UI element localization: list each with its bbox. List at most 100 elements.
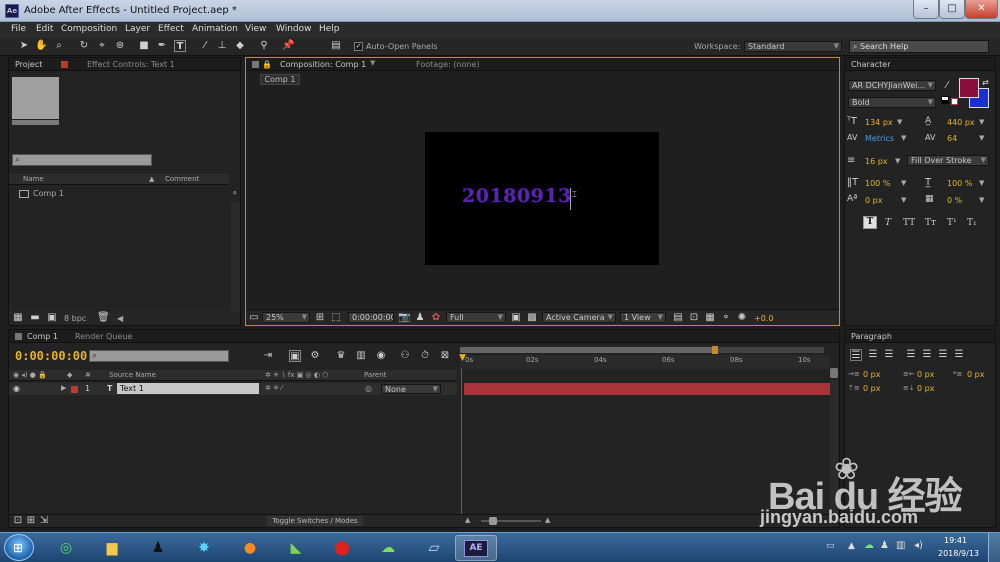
menu-window[interactable]: Window (276, 24, 312, 34)
all-caps-button[interactable]: TT (903, 218, 915, 228)
chevron-down-icon[interactable]: ▼ (979, 196, 984, 204)
fast-previews-icon[interactable]: ⊡ (688, 312, 700, 324)
chevron-down-icon[interactable]: ▼ (979, 179, 984, 187)
no-color-swatch[interactable] (951, 98, 958, 105)
layer-switches-pane-icon[interactable]: ⊡ (12, 515, 24, 527)
menu-effect[interactable]: Effect (158, 24, 184, 34)
align-right-icon[interactable]: ☰ (883, 349, 895, 361)
tsume-value[interactable]: 0 % (947, 196, 962, 205)
tray-flag-icon[interactable]: ▭ (826, 541, 835, 551)
flowchart-icon[interactable]: ⚬ (231, 189, 239, 199)
taskbar-app-green[interactable]: ◣ (276, 535, 316, 561)
taskbar-recorder[interactable]: ⬤ (322, 535, 362, 561)
black-swatch[interactable] (941, 100, 949, 104)
show-desktop-button[interactable] (988, 533, 1000, 562)
align-left-icon[interactable]: ☰ (850, 349, 862, 361)
panel-menu-icon[interactable] (15, 333, 22, 340)
view-layout-select[interactable]: 1 View ▼ (620, 312, 666, 323)
baseline-shift-value[interactable]: 0 px (865, 196, 882, 205)
current-time-field[interactable]: 0:00:00:00 (348, 312, 394, 323)
space-after-value[interactable]: 0 px (917, 384, 934, 393)
transfer-controls-pane-icon[interactable]: ⊞ (25, 515, 37, 527)
swap-colors-icon[interactable]: ⇄ (982, 78, 989, 87)
tab-composition[interactable]: Composition: Comp 1 (280, 59, 366, 70)
stroke-mode-select[interactable]: Fill Over Stroke ▼ (907, 155, 989, 166)
timeline-search-input[interactable]: ⌕ (89, 350, 229, 362)
chevron-down-icon[interactable]: ▼ (897, 118, 902, 126)
project-search-input[interactable]: ⌕ (12, 154, 152, 166)
layer-duration-bar[interactable] (464, 383, 830, 395)
clock-date[interactable]: 2018/9/13 (938, 549, 979, 558)
type-tool-icon[interactable]: T (174, 40, 186, 52)
interpret-footage-icon[interactable]: ▦ (12, 312, 24, 324)
rectangle-tool-icon[interactable]: ■ (138, 40, 150, 52)
layer-row[interactable]: ◉ ▶ 1 T Text 1 ✲ ✳ ⁄ ◎ None ▼ (9, 383, 457, 395)
camera-select[interactable]: Active Camera ▼ (542, 312, 616, 323)
kerning-value[interactable]: Metrics (865, 134, 894, 143)
draft-3d-icon[interactable]: ⚙ (309, 350, 321, 362)
brainstorm-icon[interactable]: ⊠ (439, 350, 451, 362)
document-icon[interactable]: ▤ (330, 40, 342, 52)
close-button[interactable]: ✕ (965, 0, 998, 19)
brush-tool-icon[interactable]: ⁄ (199, 40, 211, 52)
lock-icon[interactable]: 🔒 (262, 60, 272, 69)
column-name[interactable]: Name (23, 175, 44, 183)
justify-left-icon[interactable]: ☰ (905, 349, 917, 361)
magnification-select[interactable]: 25% ▼ (262, 312, 310, 323)
small-caps-button[interactable]: Tт (925, 218, 936, 228)
puppet-pin-tool-icon[interactable]: 📌 (282, 40, 294, 52)
search-help-field[interactable]: ⌕ Search Help (849, 40, 989, 53)
timeline-timecode[interactable]: 0:00:00:00 (15, 349, 87, 363)
first-indent-value[interactable]: 0 px (967, 370, 984, 379)
mask-visibility-icon[interactable]: ⬚ (330, 312, 342, 324)
tray-arrow-icon[interactable]: ▲ (848, 541, 855, 551)
taskbar-qq[interactable]: ♟ (138, 535, 178, 561)
zoom-slider[interactable] (481, 517, 541, 525)
chevron-down-icon[interactable]: ▼ (901, 179, 906, 187)
tray-network-icon[interactable]: ▥ (896, 540, 905, 551)
tab-paragraph[interactable]: Paragraph (851, 331, 892, 342)
pan-behind-tool-icon[interactable]: ⊛ (114, 40, 126, 52)
toggle-switches-modes-button[interactable]: Toggle Switches / Modes (267, 516, 363, 526)
trash-icon[interactable]: 🗑 (97, 312, 110, 324)
taskbar-notes[interactable]: ▱ (414, 535, 454, 561)
font-style-select[interactable]: Bold ▼ (848, 97, 936, 108)
layer-label-color[interactable] (71, 386, 78, 393)
flowchart-icon[interactable]: ⚬ (720, 312, 732, 324)
taskbar-explorer[interactable]: ▆ (92, 535, 132, 561)
column-parent[interactable]: Parent (364, 371, 386, 379)
taskbar-wechat[interactable]: ☁ (368, 535, 408, 561)
chevron-down-icon[interactable]: ▼ (901, 196, 906, 204)
frame-blending-icon[interactable]: ▥ (355, 350, 367, 362)
superscript-button[interactable]: T¹ (947, 218, 957, 228)
eye-icon[interactable]: ◉ (13, 384, 20, 393)
font-size-value[interactable]: 134 px (865, 118, 893, 127)
auto-open-panels-checkbox[interactable]: ✓ (354, 42, 363, 51)
eraser-tool-icon[interactable]: ◆ (234, 40, 246, 52)
clone-stamp-tool-icon[interactable]: ⊥ (216, 40, 228, 52)
rotate-tool-icon[interactable]: ↻ (78, 40, 90, 52)
minimize-button[interactable]: – (913, 0, 939, 19)
vertical-scale-value[interactable]: 100 % (865, 179, 890, 188)
tab-timeline-comp[interactable]: Comp 1 (27, 331, 58, 342)
safe-zones-icon[interactable]: ⊞ (314, 312, 326, 324)
menu-help[interactable]: Help (319, 24, 340, 34)
tab-character[interactable]: Character (851, 59, 891, 70)
menu-file[interactable]: File (11, 24, 26, 34)
layer-switches-icon[interactable]: ✲ ✳ ⁄ (265, 384, 282, 392)
camera-tool-icon[interactable]: ⌖ (96, 40, 108, 52)
faux-bold-button[interactable]: T (863, 216, 877, 229)
fill-color-front[interactable] (959, 78, 979, 98)
column-comment[interactable]: Comment (165, 175, 199, 183)
in-out-pane-icon[interactable]: ⇲ (38, 515, 50, 527)
timeline-scroll-cap[interactable] (830, 368, 838, 378)
scroll-left-icon[interactable]: ◀ (117, 314, 123, 323)
justify-right-icon[interactable]: ☰ (937, 349, 949, 361)
menu-view[interactable]: View (245, 24, 266, 34)
font-family-select[interactable]: AR DCHYJianWei... ▼ (848, 80, 936, 91)
layer-name[interactable]: Text 1 (117, 383, 259, 394)
always-preview-icon[interactable]: ▭ (248, 312, 260, 324)
align-center-icon[interactable]: ☰ (867, 349, 879, 361)
indent-left-value[interactable]: 0 px (863, 370, 880, 379)
tray-qq-icon[interactable]: ♟ (880, 540, 889, 551)
